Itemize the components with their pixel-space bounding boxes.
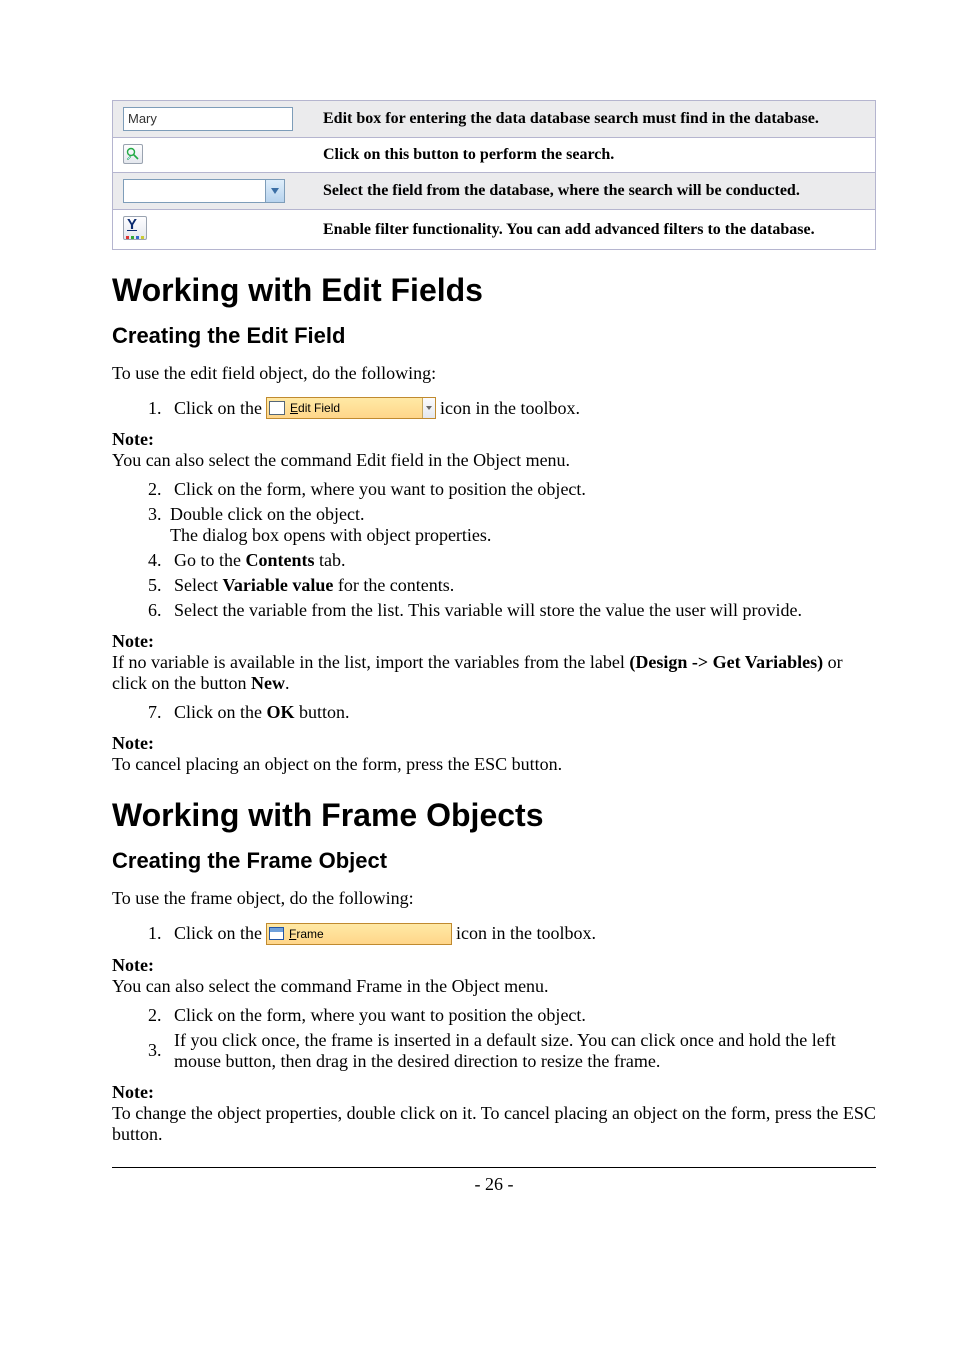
filter-button[interactable]: Y [123,216,147,240]
step-text: Go to the Contents tab. [174,550,876,571]
list-item: 1. Click on the Edit Field icon in the t… [148,397,876,419]
footer-rule [112,1167,876,1168]
step-number: 4. [148,550,170,571]
note-body: You can also select the command Frame in… [112,976,876,997]
page: Mary Edit box for entering the data data… [0,0,954,1235]
search-text-input[interactable]: Mary [123,107,293,131]
note-heading: Note: [112,733,876,754]
heading-frame-objects: Working with Frame Objects [112,797,876,834]
note-heading: Note: [112,955,876,976]
step-list: 7. Click on the OK button. [112,702,876,723]
step-list: 2. Click on the form, where you want to … [112,479,876,621]
frame-icon [269,927,284,940]
field-select-dropdown[interactable] [123,179,285,203]
table-row: Select the field from the database, wher… [113,173,876,210]
filter-icon: Y [124,218,146,238]
row-description: Select the field from the database, wher… [313,173,876,210]
magnifier-icon [126,147,140,161]
step-number: 2. [148,1005,170,1026]
step-text: Select the variable from the list. This … [174,600,876,621]
step-list: 1. Click on the Frame icon in the toolbo… [112,923,876,945]
toolbox-label: Edit Field [290,401,340,415]
subheading-creating-edit-field: Creating the Edit Field [112,323,876,349]
step-text: Click on the form, where you want to pos… [174,479,876,500]
step-text: icon in the toolbox. [440,398,580,419]
row-description: Edit box for entering the data database … [313,101,876,138]
row-description: Enable filter functionality. You can add… [313,210,876,250]
list-item: 2. Click on the form, where you want to … [148,479,876,500]
step-text: Double click on the object. [170,504,876,525]
table-row: Y Enable filter functionality. You can a… [113,210,876,250]
heading-edit-fields: Working with Edit Fields [112,272,876,309]
step-list: 1. Click on the Edit Field icon in the t… [112,397,876,419]
list-item: 6. Select the variable from the list. Th… [148,600,876,621]
table-row: Mary Edit box for entering the data data… [113,101,876,138]
step-number: 2. [148,479,170,500]
step-subtext: The dialog box opens with object propert… [148,525,876,546]
intro-para: To use the frame object, do the followin… [112,886,876,910]
note-heading: Note: [112,429,876,450]
note-heading: Note: [112,631,876,652]
toolbox-label: Frame [289,927,324,941]
note-body: If no variable is available in the list,… [112,652,876,694]
step-text: Click on the form, where you want to pos… [174,1005,876,1026]
note-heading: Note: [112,1082,876,1103]
step-text: Click on the [174,398,262,419]
step-text: Select Variable value for the contents. [174,575,876,596]
step-list: 2. Click on the form, where you want to … [112,1005,876,1072]
frame-toolbox-button[interactable]: Frame [266,923,452,945]
list-item: 3. If you click once, the frame is inser… [148,1030,876,1072]
list-item: 1. Click on the Frame icon in the toolbo… [148,923,876,945]
list-item: 3. Double click on the object. The dialo… [148,504,876,546]
step-number: 1. [148,923,170,944]
step-text: Click on the [174,923,262,944]
row-description: Click on this button to perform the sear… [313,138,876,173]
note-body: To change the object properties, double … [112,1103,876,1145]
step-number: 3. [148,1040,170,1061]
edit-field-toolbox-button[interactable]: Edit Field [266,397,436,419]
step-text: Click on the OK button. [174,702,876,723]
step-text: icon in the toolbox. [456,923,596,944]
step-number: 1. [148,398,170,419]
list-item: 7. Click on the OK button. [148,702,876,723]
list-item: 5. Select Variable value for the content… [148,575,876,596]
list-item: 4. Go to the Contents tab. [148,550,876,571]
step-number: 7. [148,702,170,723]
note-body: To cancel placing an object on the form,… [112,754,876,775]
chevron-down-icon [265,180,284,202]
edit-field-icon [269,401,285,415]
step-number: 5. [148,575,170,596]
table-row: Click on this button to perform the sear… [113,138,876,173]
note-body: You can also select the command Edit fie… [112,450,876,471]
subheading-creating-frame-object: Creating the Frame Object [112,848,876,874]
page-number: - 26 - [112,1174,876,1195]
step-text: If you click once, the frame is inserted… [174,1030,876,1072]
step-number: 3. [148,504,170,525]
dropdown-caret-icon [422,398,435,418]
icon-description-table: Mary Edit box for entering the data data… [112,100,876,250]
search-button[interactable] [123,144,143,164]
step-number: 6. [148,600,170,621]
list-item: 2. Click on the form, where you want to … [148,1005,876,1026]
intro-para: To use the edit field object, do the fol… [112,361,876,385]
